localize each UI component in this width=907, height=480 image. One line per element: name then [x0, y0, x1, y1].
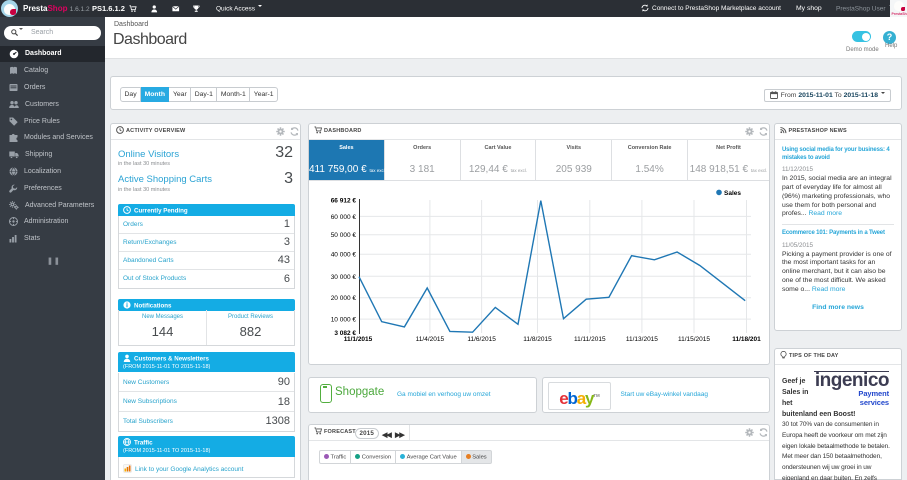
svg-text:30 000 €: 30 000 €	[331, 274, 357, 281]
svg-text:11/8/2015: 11/8/2015	[523, 336, 552, 343]
svg-text:66 912 €: 66 912 €	[331, 197, 357, 204]
svg-text:50 000 €: 50 000 €	[331, 232, 357, 239]
svg-text:20 000 €: 20 000 €	[331, 295, 357, 302]
svg-text:10 000 €: 10 000 €	[331, 317, 357, 324]
svg-text:40 000 €: 40 000 €	[331, 252, 357, 259]
svg-text:60 000 €: 60 000 €	[331, 214, 357, 221]
svg-text:11/1/2015: 11/1/2015	[344, 336, 373, 343]
svg-text:11/4/2015: 11/4/2015	[416, 336, 445, 343]
svg-text:11/13/2015: 11/13/2015	[626, 336, 658, 343]
svg-text:11/11/2015: 11/11/2015	[574, 336, 606, 343]
svg-text:11/18/201: 11/18/201	[732, 336, 761, 343]
svg-text:11/6/2015: 11/6/2015	[467, 336, 496, 343]
svg-text:11/15/2015: 11/15/2015	[678, 336, 710, 343]
svg-text:Sales: Sales	[724, 190, 741, 197]
